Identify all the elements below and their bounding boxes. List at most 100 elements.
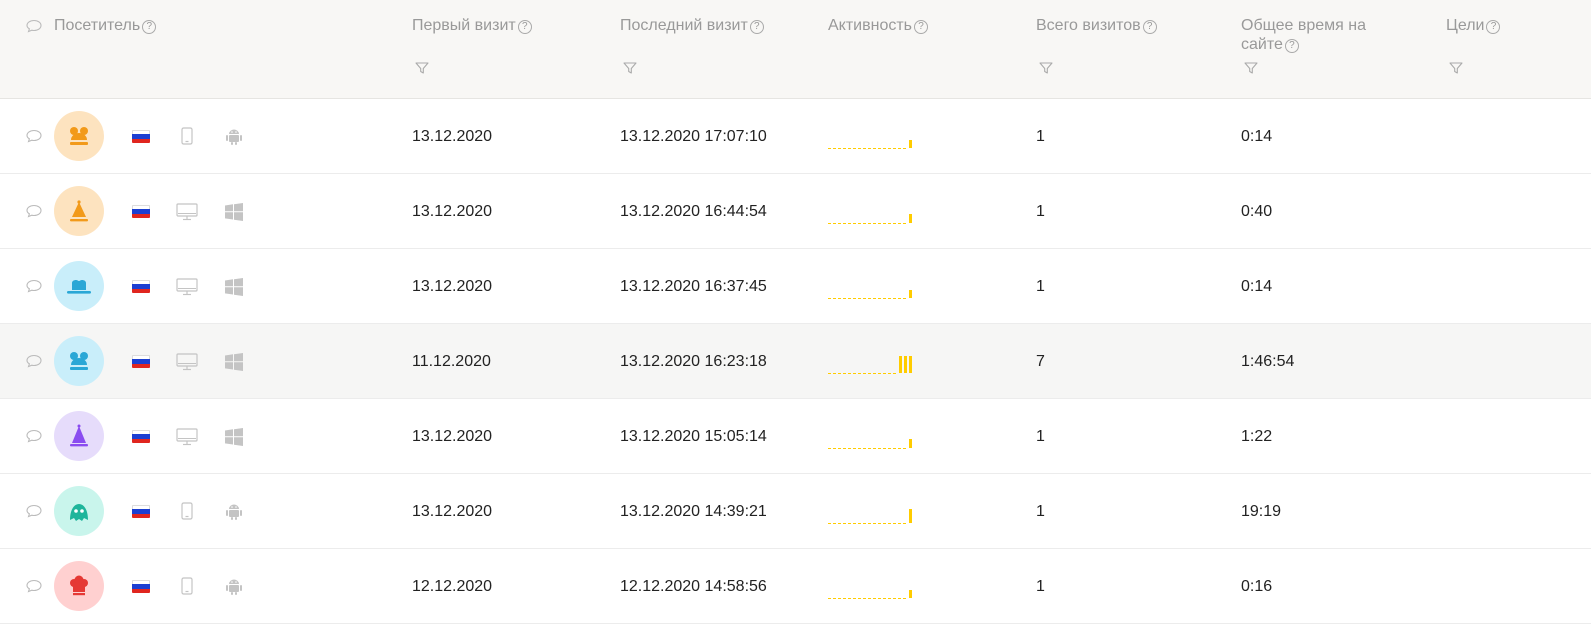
table-header: Посетитель? Первый визит? Последний визи… xyxy=(0,0,1591,99)
comment-icon[interactable] xyxy=(25,579,43,593)
last-visit-cell: 13.12.2020 15:05:14 xyxy=(620,428,767,445)
bear-ears-hat-icon xyxy=(70,352,88,370)
total-visits-cell: 1 xyxy=(1036,503,1045,520)
first-visit-cell: 13.12.2020 xyxy=(412,128,493,145)
activity-bar xyxy=(904,356,907,373)
desktop-icon xyxy=(176,203,198,221)
column-goals-label: Цели xyxy=(1446,17,1485,34)
column-first-visit-label: Первый визит xyxy=(412,17,516,34)
activity-sparkline[interactable] xyxy=(828,281,914,301)
last-visit-cell: 13.12.2020 16:44:54 xyxy=(620,203,767,220)
column-activity[interactable]: Активность? xyxy=(828,16,929,35)
comment-icon[interactable] xyxy=(25,504,43,518)
activity-bar xyxy=(909,214,912,223)
total-visits-cell: 1 xyxy=(1036,428,1045,445)
filter-icon[interactable] xyxy=(622,60,638,76)
avatar[interactable] xyxy=(54,336,104,386)
windows-icon xyxy=(225,203,243,221)
first-visit-cell: 13.12.2020 xyxy=(412,503,493,520)
last-visit-cell: 13.12.2020 17:07:10 xyxy=(620,128,767,145)
avatar[interactable] xyxy=(54,261,104,311)
comment-icon[interactable] xyxy=(25,354,43,368)
column-visitor[interactable]: Посетитель? xyxy=(54,16,157,35)
android-icon xyxy=(226,129,242,145)
russia-flag-icon xyxy=(132,505,150,518)
help-icon[interactable]: ? xyxy=(517,20,532,34)
desktop-icon xyxy=(176,278,198,296)
help-icon[interactable]: ? xyxy=(914,20,929,34)
activity-sparkline[interactable] xyxy=(828,206,914,226)
avatar[interactable] xyxy=(54,411,104,461)
column-total-time-label-2: сайте xyxy=(1241,36,1283,53)
help-icon[interactable]: ? xyxy=(142,20,157,34)
help-icon[interactable]: ? xyxy=(1142,20,1157,34)
comment-icon[interactable] xyxy=(25,204,43,218)
help-icon[interactable]: ? xyxy=(749,20,764,34)
activity-sparkline[interactable] xyxy=(828,581,914,601)
filter-icon[interactable] xyxy=(1243,60,1259,76)
avatar[interactable] xyxy=(54,186,104,236)
column-total-time-label: Общее время на xyxy=(1241,17,1366,34)
table-row[interactable]: 13.12.2020 13.12.2020 17:07:10 1 0:14 xyxy=(0,99,1591,174)
column-last-visit-label: Последний визит xyxy=(620,17,748,34)
android-icon xyxy=(226,579,242,595)
column-total-time[interactable]: Общее время на сайте? xyxy=(1241,16,1391,54)
phone-icon xyxy=(181,577,193,595)
avatar[interactable] xyxy=(54,111,104,161)
desktop-icon xyxy=(176,428,198,446)
russia-flag-icon xyxy=(132,280,150,293)
first-visit-cell: 12.12.2020 xyxy=(412,578,493,595)
total-time-cell: 0:40 xyxy=(1241,203,1273,220)
wizard-hat-icon xyxy=(70,424,88,447)
table-row[interactable]: 13.12.2020 13.12.2020 16:37:45 1 0:14 xyxy=(0,249,1591,324)
activity-bar xyxy=(899,356,902,373)
activity-bar xyxy=(909,590,912,598)
table-row[interactable]: 13.12.2020 13.12.2020 15:05:14 1 1:22 xyxy=(0,399,1591,474)
activity-sparkline[interactable] xyxy=(828,431,914,451)
comment-icon[interactable] xyxy=(25,19,43,33)
android-icon xyxy=(226,504,242,520)
total-visits-cell: 1 xyxy=(1036,578,1045,595)
comment-icon[interactable] xyxy=(25,429,43,443)
activity-bar xyxy=(909,509,912,523)
activity-sparkline[interactable] xyxy=(828,131,914,151)
column-total-visits-label: Всего визитов xyxy=(1036,17,1141,34)
filter-icon[interactable] xyxy=(1448,60,1464,76)
russia-flag-icon xyxy=(132,130,150,143)
total-visits-cell: 1 xyxy=(1036,128,1045,145)
avatar[interactable] xyxy=(54,561,104,611)
activity-sparkline[interactable] xyxy=(828,506,914,526)
bear-ears-hat-icon xyxy=(70,127,88,145)
table-row[interactable]: 11.12.2020 13.12.2020 16:23:18 7 1:46:54 xyxy=(0,324,1591,399)
help-icon[interactable]: ? xyxy=(1486,20,1501,34)
column-goals[interactable]: Цели? xyxy=(1446,16,1501,35)
help-icon[interactable]: ? xyxy=(1284,39,1299,53)
chef-hat-icon xyxy=(70,575,88,596)
phone-icon xyxy=(181,127,193,145)
filter-icon[interactable] xyxy=(1038,60,1054,76)
visitors-table: Посетитель? Первый визит? Последний визи… xyxy=(0,0,1591,640)
filter-icon[interactable] xyxy=(414,60,430,76)
first-visit-cell: 13.12.2020 xyxy=(412,428,493,445)
total-time-cell: 0:14 xyxy=(1241,278,1273,295)
column-activity-label: Активность xyxy=(828,17,913,34)
activity-sparkline[interactable] xyxy=(828,356,914,376)
comment-icon[interactable] xyxy=(25,129,43,143)
table-row[interactable]: 13.12.2020 13.12.2020 14:39:21 1 19:19 xyxy=(0,474,1591,549)
activity-bar xyxy=(909,140,912,148)
column-total-visits[interactable]: Всего визитов? xyxy=(1036,16,1157,35)
column-first-visit[interactable]: Первый визит? xyxy=(412,16,532,35)
table-row[interactable]: 12.12.2020 12.12.2020 14:58:56 1 0:16 xyxy=(0,549,1591,624)
total-visits-cell: 1 xyxy=(1036,278,1045,295)
table-row[interactable]: 13.12.2020 13.12.2020 16:44:54 1 0:40 xyxy=(0,174,1591,249)
total-time-cell: 0:14 xyxy=(1241,128,1273,145)
avatar[interactable] xyxy=(54,486,104,536)
russia-flag-icon xyxy=(132,580,150,593)
first-visit-cell: 13.12.2020 xyxy=(412,203,493,220)
last-visit-cell: 13.12.2020 16:23:18 xyxy=(620,353,767,370)
activity-bar xyxy=(909,290,912,298)
total-visits-cell: 1 xyxy=(1036,203,1045,220)
comment-icon[interactable] xyxy=(25,279,43,293)
cone-hat-icon xyxy=(70,200,88,222)
column-last-visit[interactable]: Последний визит? xyxy=(620,16,764,35)
